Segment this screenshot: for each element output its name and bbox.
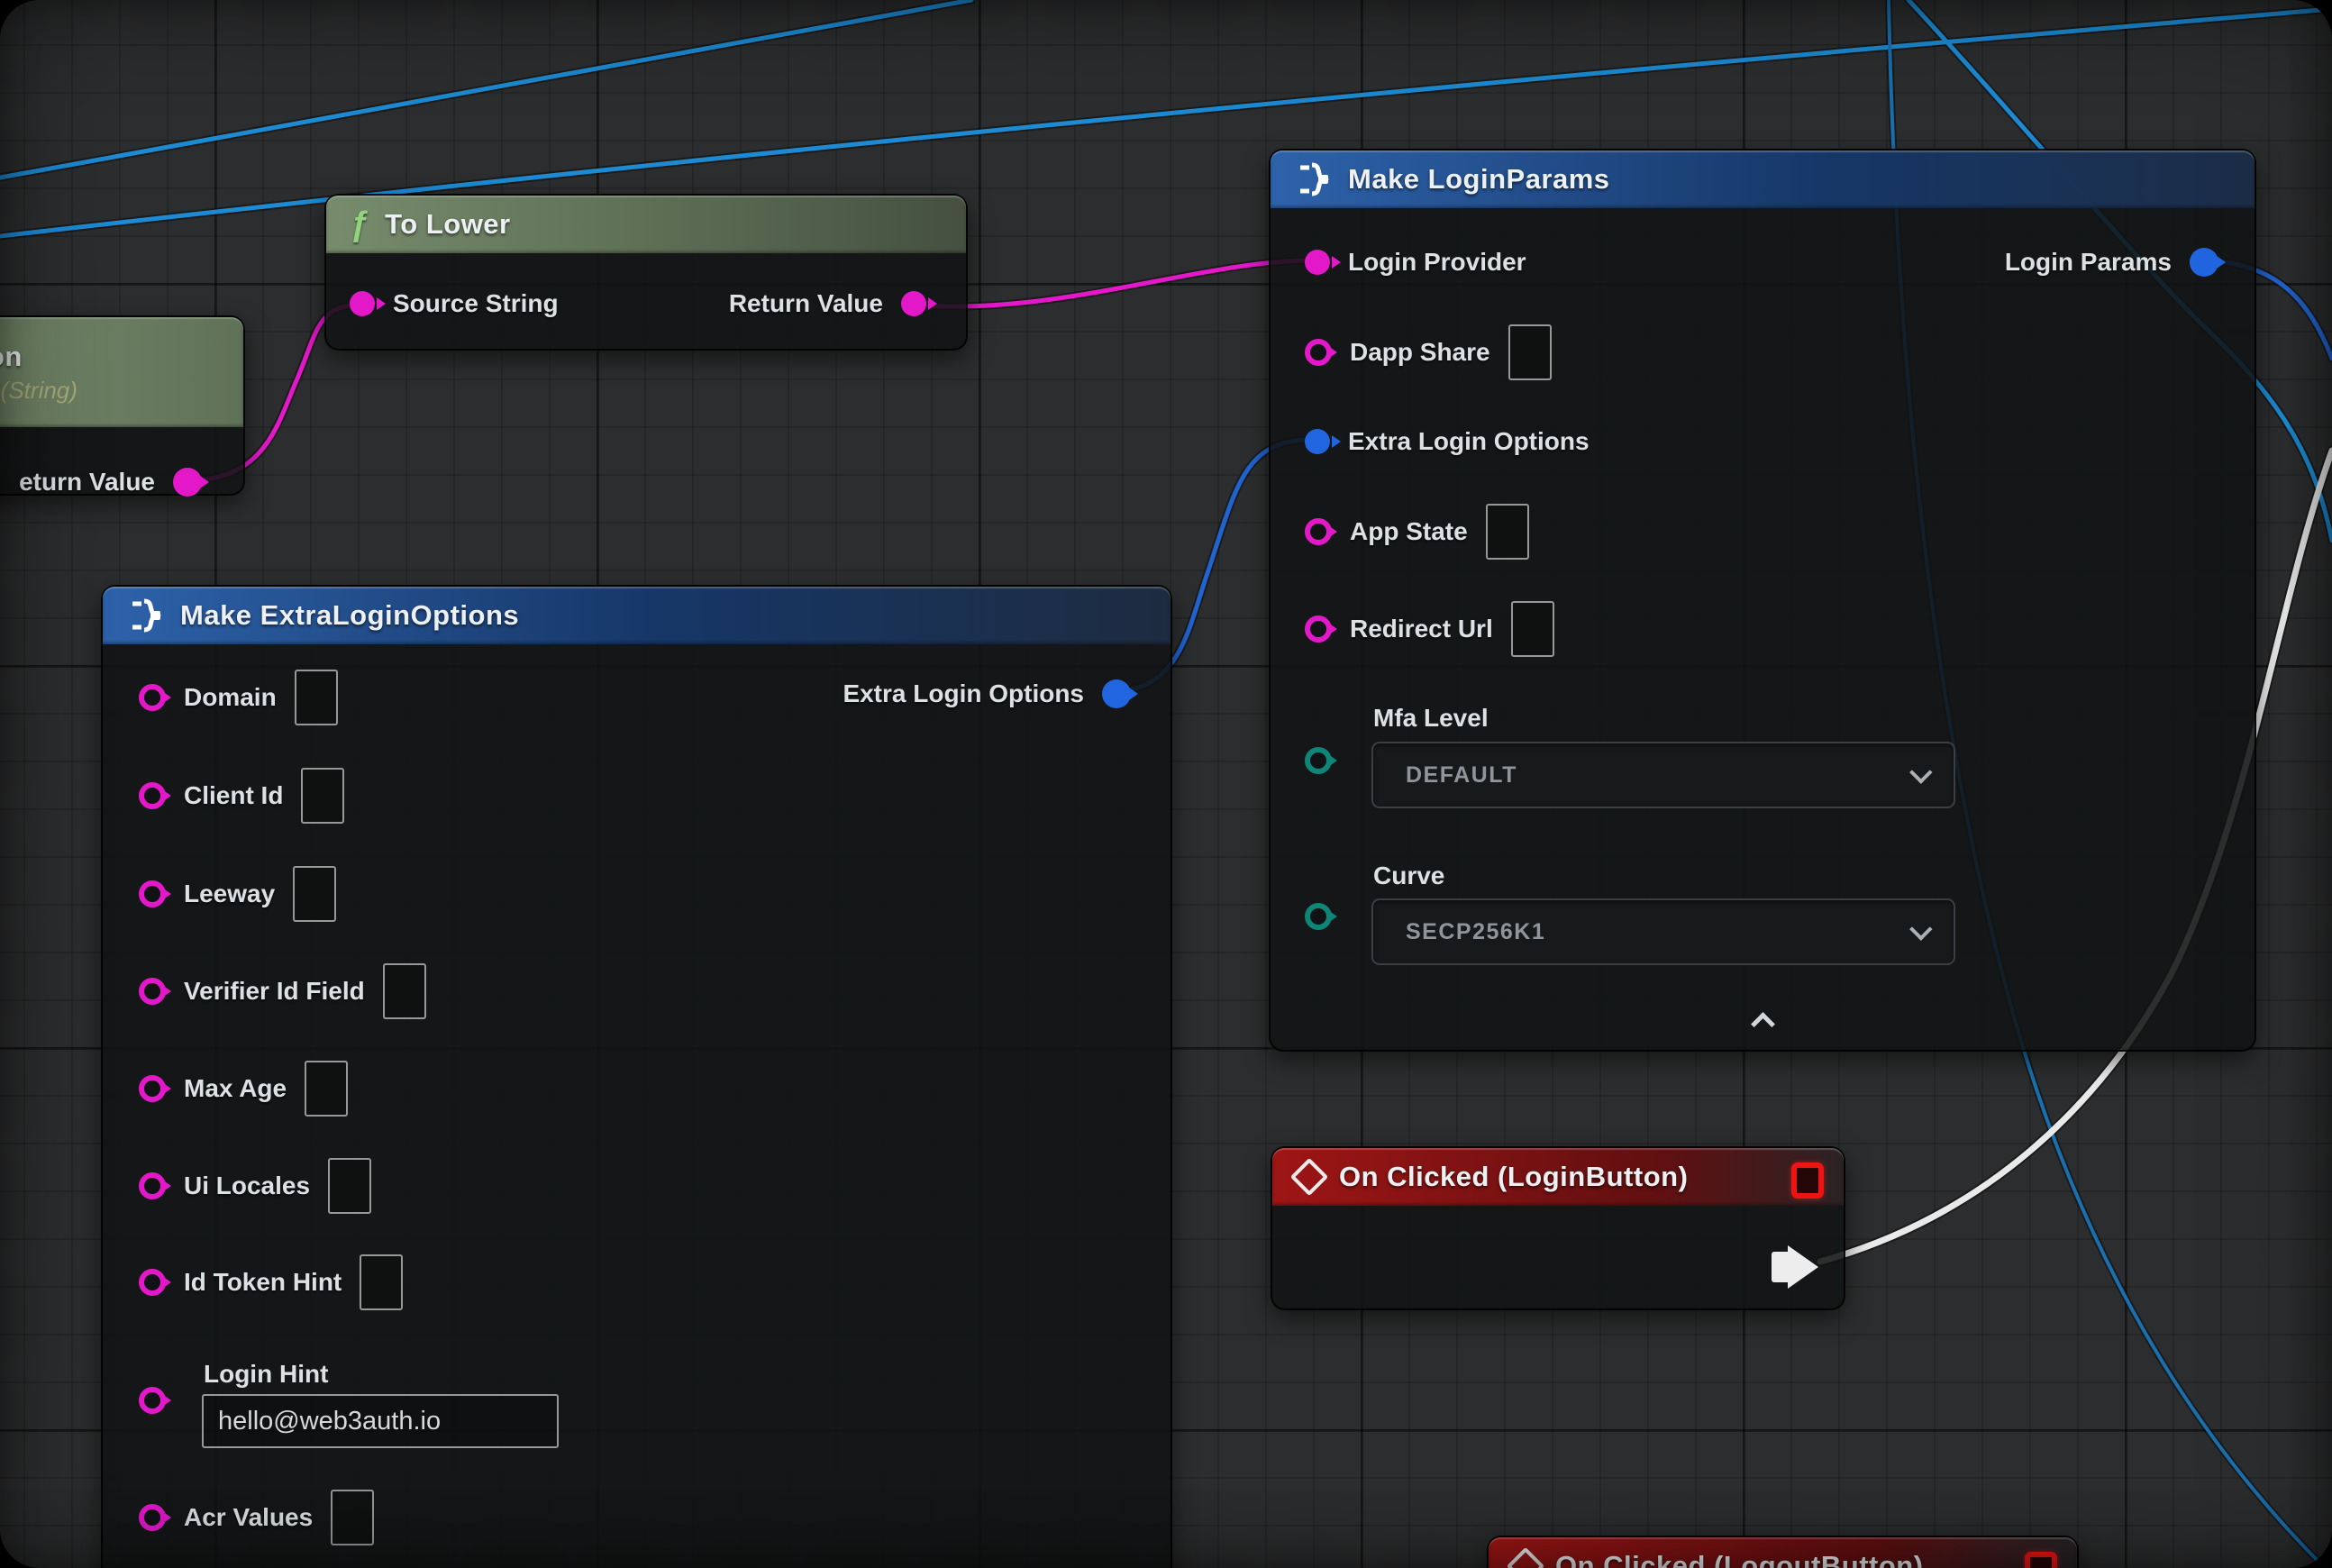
function-icon: ƒ [350,207,369,242]
ui-locales-value-field[interactable] [328,1158,371,1214]
node-title: tion [0,341,23,373]
mfa-level-value: DEFAULT [1406,762,1517,789]
max-age-value-field[interactable] [305,1061,348,1117]
mfa-level-dropdown[interactable]: DEFAULT [1371,742,1955,808]
max-age-pin[interactable] [139,1075,166,1102]
login-hint-pin[interactable] [139,1387,166,1414]
make-struct-icon [1294,160,1332,198]
acr-values-pin[interactable] [139,1504,166,1531]
bound-event-icon[interactable] [1791,1162,1824,1199]
chevron-down-icon [1909,917,1932,940]
pin-label: Ui Locales [184,1171,310,1200]
node-onclicked-loginbutton[interactable]: On Clicked (LoginButton) [1271,1146,1845,1310]
leeway-pin[interactable] [139,880,166,907]
pin-label: Dapp Share [1350,338,1490,367]
verifier-id-value-field[interactable] [383,963,426,1019]
extra-login-options-pin[interactable] [1305,429,1330,454]
node-subtitle: ox (String) [0,377,77,405]
redirect-url-pin[interactable] [1305,615,1332,643]
login-hint-input[interactable]: hello@web3auth.io [202,1394,559,1448]
login-provider-pin[interactable] [1305,250,1330,275]
pin-label: Leeway [184,880,275,908]
login-params-output-pin[interactable] [2190,248,2218,277]
collapse-node-button[interactable] [1751,1008,1774,1032]
login-hint-value: hello@web3auth.io [218,1407,441,1436]
client-id-value-field[interactable] [301,768,344,824]
return-value-pin[interactable] [901,291,926,316]
domain-pin[interactable] [139,684,166,711]
ui-locales-pin[interactable] [139,1172,166,1199]
event-icon [1507,1547,1544,1568]
pin-label: Id Token Hint [184,1268,342,1297]
pin-label: Redirect Url [1350,615,1493,643]
pin-label: Max Age [184,1074,287,1103]
pin-label: Client Id [184,781,283,810]
node-title: Make ExtraLoginOptions [180,599,519,632]
source-string-pin[interactable] [350,291,375,316]
mfa-level-pin[interactable] [1305,747,1332,774]
bound-event-icon[interactable] [2025,1552,2057,1568]
pin-label: App State [1350,517,1468,546]
node-title: On Clicked (LoginButton) [1339,1161,1688,1193]
return-value-pin[interactable] [173,468,202,497]
id-token-hint-value-field[interactable] [360,1254,403,1310]
redirect-url-value-field[interactable] [1511,601,1554,657]
pin-label: Verifier Id Field [184,977,365,1006]
dapp-share-value-field[interactable] [1508,324,1552,380]
wire-tolower-to-loginprovider [912,260,1308,306]
pin-label: Acr Values [184,1503,313,1532]
id-token-hint-pin[interactable] [139,1269,166,1296]
pin-label: Source String [393,289,559,318]
node-get-text-partial[interactable]: tion ox (String) eturn Value [0,315,245,496]
pin-label: Login Params [2005,248,2172,277]
make-struct-icon [126,597,164,634]
node-title: On Clicked (LogoutButton) [1555,1550,1924,1568]
pin-label: Return Value [729,289,883,318]
app-state-pin[interactable] [1305,518,1332,545]
node-title: To Lower [385,208,510,241]
pin-label: eturn Value [19,468,155,497]
graph-canvas[interactable]: tion ox (String) eturn Value ƒ To Lower … [0,0,2332,1568]
dapp-share-pin[interactable] [1305,339,1332,366]
pin-label: Extra Login Options [1348,427,1590,456]
node-to-lower[interactable]: ƒ To Lower Source String Return Value [324,194,968,351]
login-hint-label: Login Hint [204,1360,328,1389]
extra-login-options-output-pin[interactable] [1102,679,1131,708]
mfa-level-label: Mfa Level [1373,704,1489,733]
curve-pin[interactable] [1305,903,1332,930]
pin-label: Login Provider [1348,248,1526,277]
exec-output-pin[interactable] [1788,1245,1818,1289]
node-title: Make LoginParams [1348,163,1610,196]
acr-values-value-field[interactable] [331,1490,374,1545]
curve-dropdown[interactable]: SECP256K1 [1371,898,1955,965]
event-icon [1290,1158,1328,1196]
node-onclicked-logoutbutton[interactable]: On Clicked (LogoutButton) [1487,1536,2079,1568]
pin-label: Extra Login Options [843,679,1084,708]
pin-label: Domain [184,683,277,712]
node-make-extraloginoptions[interactable]: Make ExtraLoginOptions Domain Extra Logi… [101,585,1172,1568]
node-make-loginparams[interactable]: Make LoginParams Login Provider Login Pa… [1269,149,2256,1052]
curve-value: SECP256K1 [1406,919,1545,945]
leeway-value-field[interactable] [293,866,336,922]
domain-value-field[interactable] [295,670,338,725]
curve-label: Curve [1373,861,1444,890]
app-state-value-field[interactable] [1486,504,1529,560]
verifier-id-field-pin[interactable] [139,978,166,1005]
client-id-pin[interactable] [139,782,166,809]
chevron-down-icon [1909,761,1932,783]
